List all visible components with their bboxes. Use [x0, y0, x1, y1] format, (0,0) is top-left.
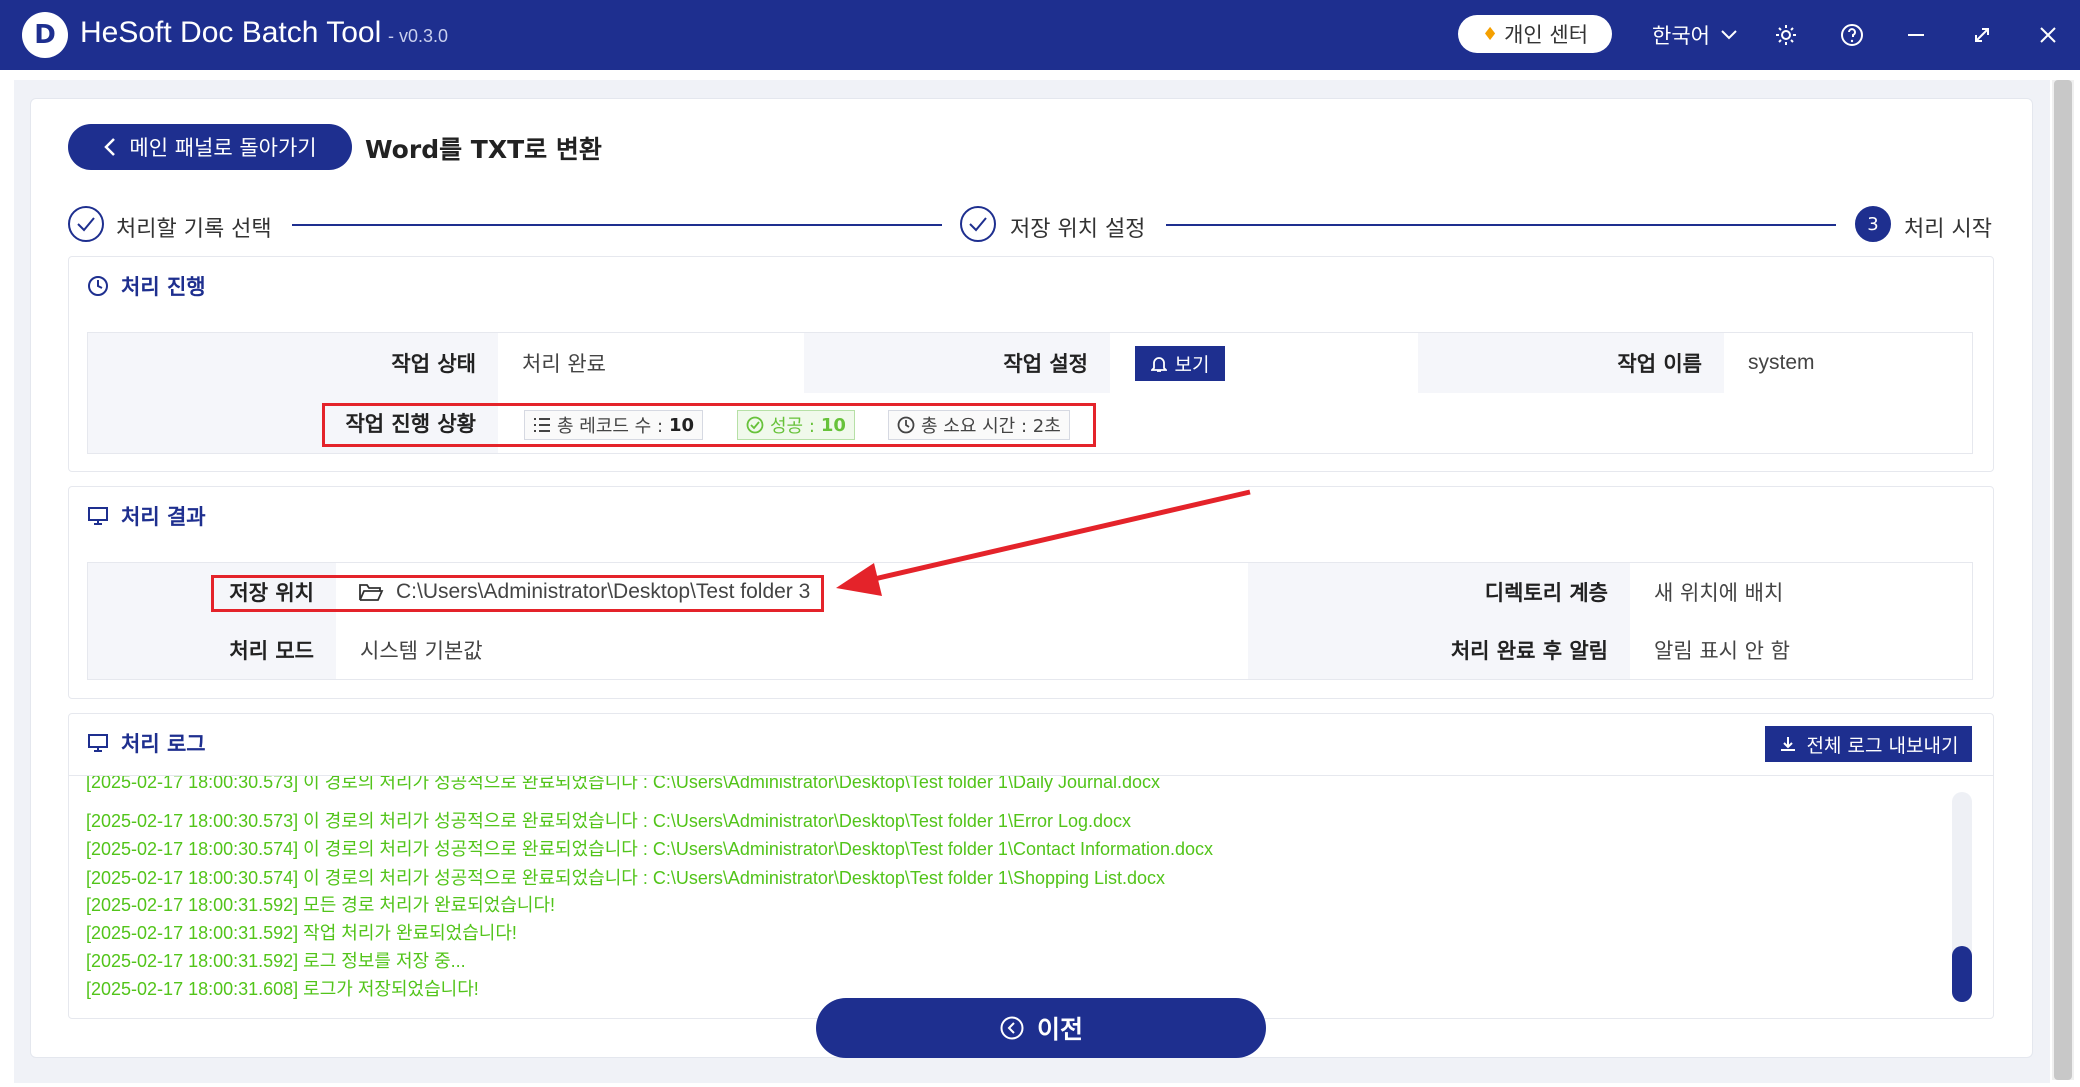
log-line: [2025-02-17 18:00:31.592] 모든 경로 처리가 완료되었… [86, 895, 556, 915]
log-line: [2025-02-17 18:00:30.573] 이 경로의 처리가 성공적으… [86, 776, 1161, 792]
back-circle-icon [1000, 1016, 1024, 1040]
log-line: [2025-02-17 18:00:30.574] 이 경로의 처리가 성공적으… [86, 839, 1214, 859]
monitor-icon [88, 734, 108, 752]
export-logs-button[interactable]: 전체 로그 내보내기 [1765, 726, 1972, 762]
log-line: [2025-02-17 18:00:30.573] 이 경로의 처리가 성공적으… [86, 811, 1132, 831]
log-line: [2025-02-17 18:00:31.592] 작업 처리가 완료되었습니다… [86, 923, 517, 943]
log-scrollbar-thumb[interactable] [1952, 946, 1972, 1002]
previous-button-label: 이전 [1036, 1015, 1083, 1044]
download-icon [1780, 737, 1795, 751]
log-panel-header: 처리 로그 [87, 728, 206, 758]
log-output[interactable]: [2025-02-17 18:00:30.573] 이 경로의 처리가 성공적으… [68, 776, 1994, 1016]
log-line: [2025-02-17 18:00:31.608] 로그가 저장되었습니다! [86, 979, 479, 999]
log-line: [2025-02-17 18:00:31.592] 로그 정보를 저장 중... [86, 951, 466, 971]
log-panel-title: 처리 로그 [121, 732, 206, 756]
previous-button[interactable]: 이전 [816, 998, 1266, 1058]
export-logs-label: 전체 로그 내보내기 [1806, 734, 1959, 757]
log-line: [2025-02-17 18:00:30.574] 이 경로의 처리가 성공적으… [86, 868, 1166, 888]
